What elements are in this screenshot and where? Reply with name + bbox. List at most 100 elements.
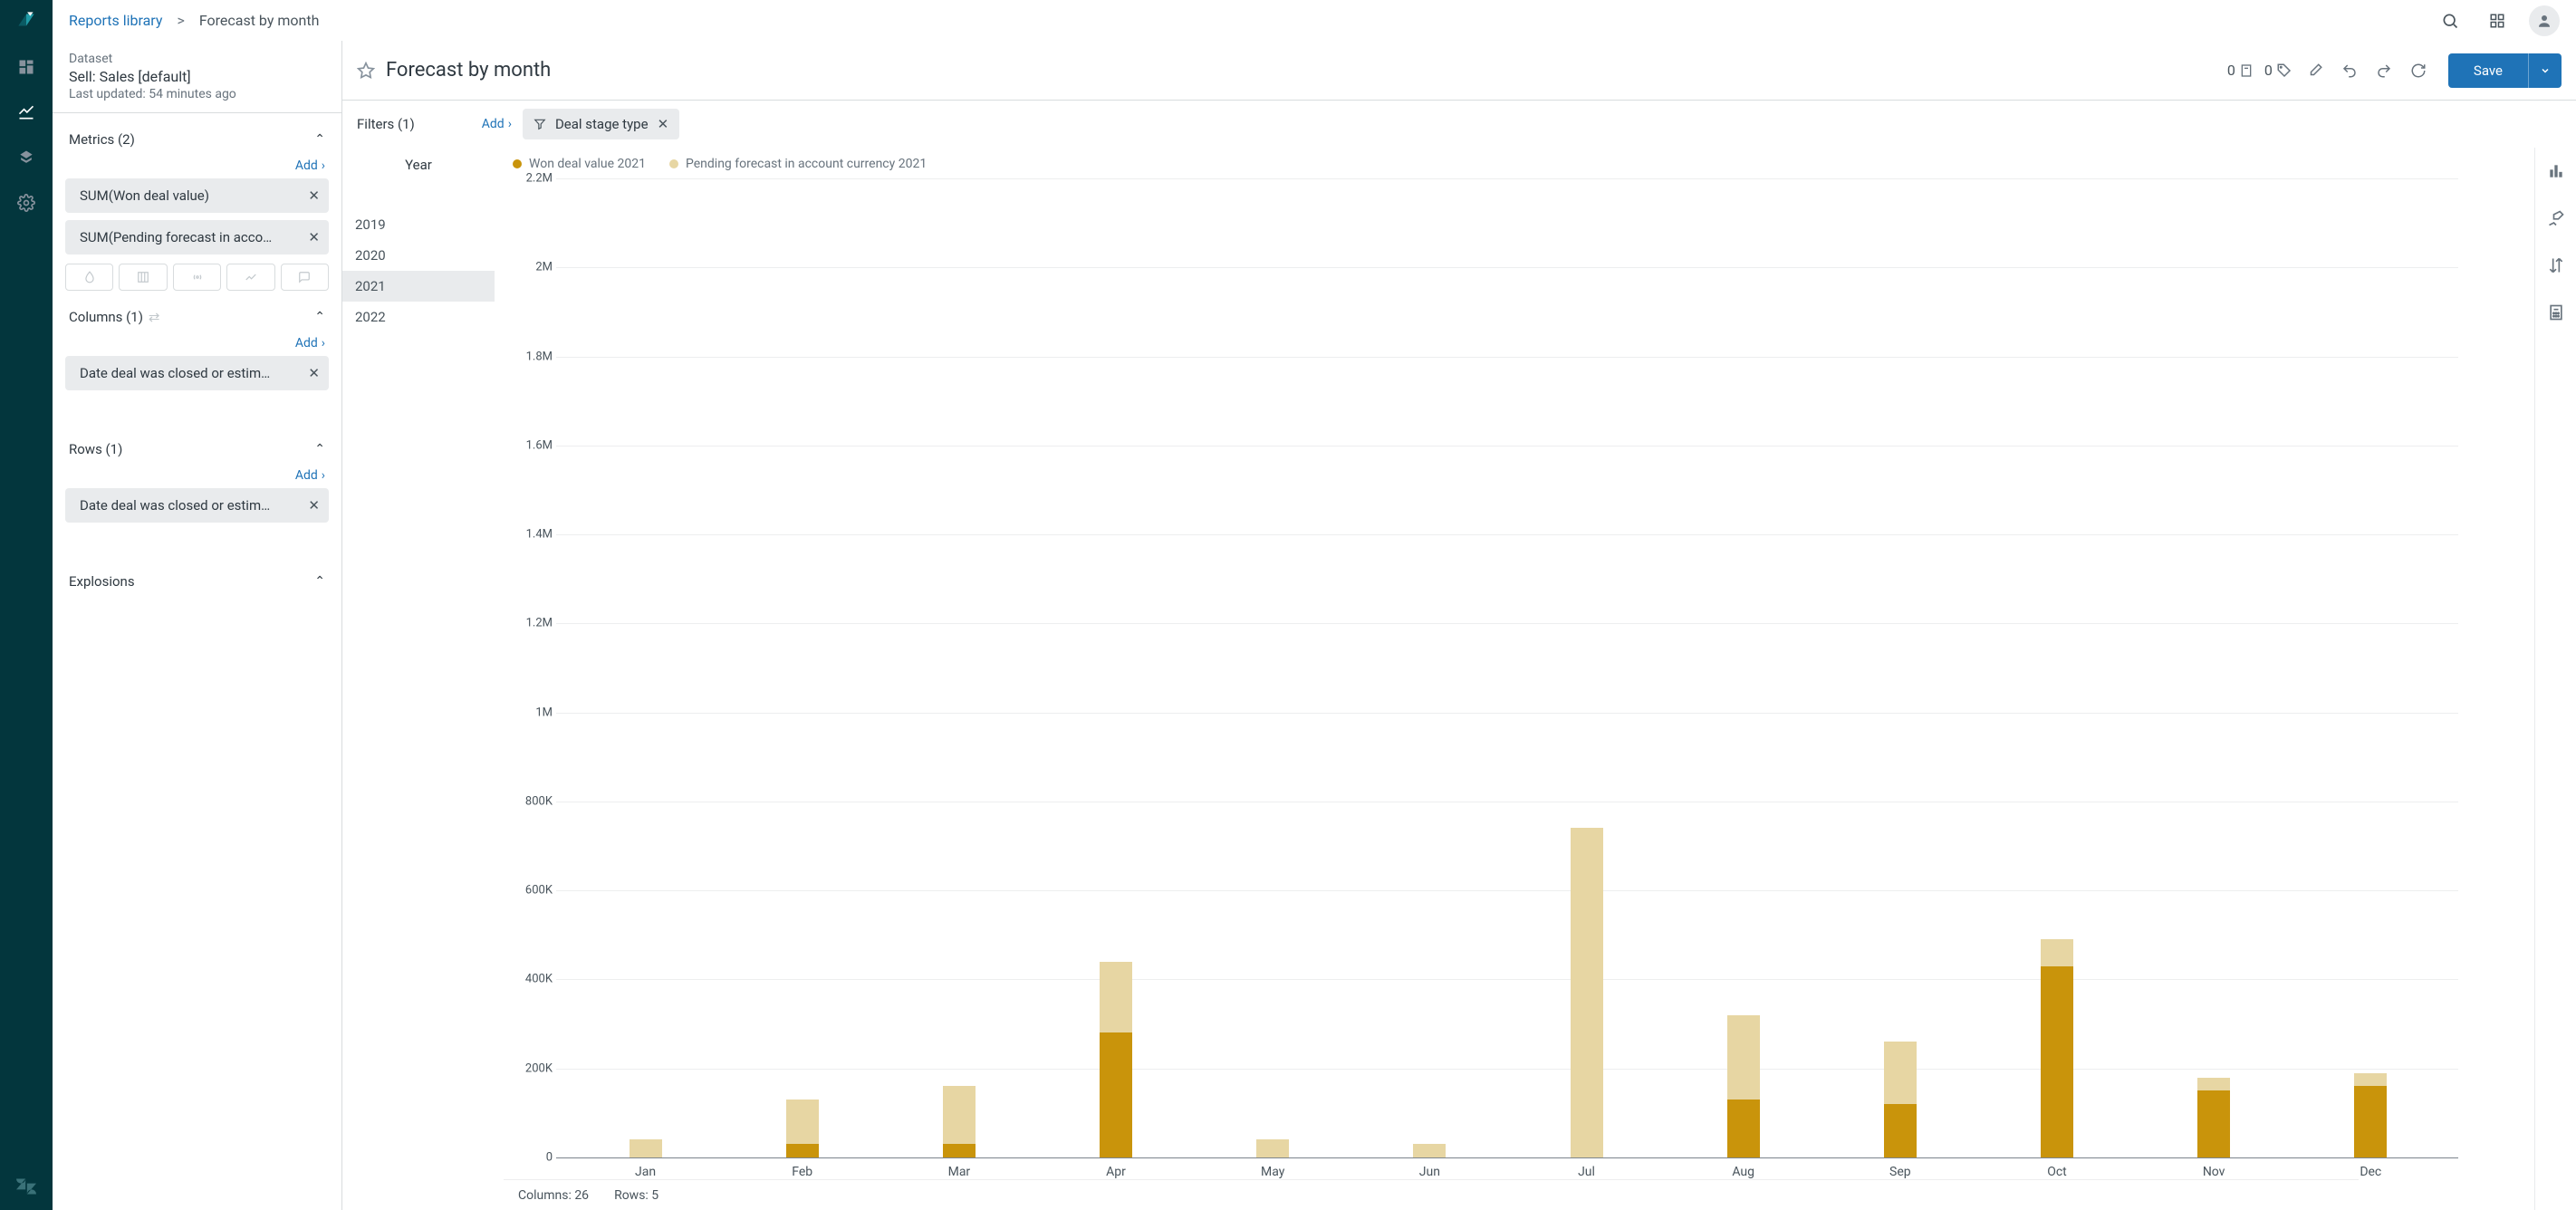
redo-icon[interactable] — [2372, 59, 2396, 82]
metric-chip[interactable]: SUM(Won deal value) ✕ — [65, 178, 329, 213]
legend-item[interactable]: Pending forecast in account currency 202… — [669, 157, 927, 171]
chart-type-icon[interactable] — [2547, 162, 2565, 180]
y-tick-label: 1.4M — [513, 528, 553, 542]
year-option[interactable]: 2022 — [342, 302, 495, 332]
bar[interactable] — [1884, 178, 1917, 1157]
tool-trend-icon[interactable] — [226, 264, 274, 291]
remove-icon[interactable]: ✕ — [658, 116, 669, 132]
nav-dashboard-icon[interactable] — [15, 56, 37, 78]
zendesk-logo-icon[interactable] — [15, 1176, 37, 1197]
remove-icon[interactable]: ✕ — [308, 229, 320, 245]
column-chip[interactable]: Date deal was closed or estim… ✕ — [65, 356, 329, 390]
year-option[interactable]: 2021 — [342, 271, 495, 302]
metrics-section-header[interactable]: Metrics (2) ⌃ — [65, 126, 329, 153]
bar[interactable] — [943, 178, 976, 1157]
row-chip[interactable]: Date deal was closed or estim… ✕ — [65, 488, 329, 523]
x-tick-label: Mar — [943, 1165, 976, 1179]
chevron-up-icon: ⌃ — [314, 310, 325, 324]
legend-item[interactable]: Won deal value 2021 — [513, 157, 646, 171]
bar-segment-pending — [786, 1100, 819, 1144]
dataset-updated: Last updated: 54 minutes ago — [69, 87, 325, 101]
year-option[interactable]: 2020 — [342, 240, 495, 271]
bar[interactable] — [2041, 178, 2073, 1157]
save-button[interactable]: Save — [2448, 53, 2528, 88]
bar[interactable] — [1727, 178, 1760, 1157]
x-tick-label: May — [1256, 1165, 1289, 1179]
edit-icon[interactable] — [2303, 59, 2327, 82]
y-tick-label: 1M — [513, 706, 553, 719]
favorite-icon[interactable] — [357, 62, 375, 80]
footer-columns: Columns: 26 — [518, 1188, 589, 1203]
tool-comment-icon[interactable] — [281, 264, 329, 291]
bar-segment-pending — [1571, 828, 1603, 1157]
footer-rows: Rows: 5 — [614, 1188, 658, 1203]
bar[interactable] — [2197, 178, 2230, 1157]
x-tick-label: Jan — [630, 1165, 662, 1179]
calculated-metrics-count[interactable]: 0 — [2227, 62, 2254, 79]
x-tick-label: Nov — [2197, 1165, 2230, 1179]
breadcrumb: Reports library > Forecast by month — [69, 12, 319, 29]
y-tick-label: 2M — [513, 261, 553, 274]
swap-icon[interactable]: ⇄ — [149, 309, 160, 325]
x-tick-label: Jul — [1571, 1165, 1603, 1179]
bar-segment-pending — [2041, 939, 2073, 965]
legend-swatch-icon — [513, 159, 522, 168]
style-icon[interactable] — [2547, 209, 2565, 227]
remove-icon[interactable]: ✕ — [308, 365, 320, 381]
nav-reports-icon[interactable] — [15, 101, 37, 123]
search-icon[interactable] — [2435, 5, 2465, 36]
filter-chip[interactable]: Deal stage type ✕ — [523, 109, 679, 139]
bar-segment-won — [1727, 1100, 1760, 1157]
remove-icon[interactable]: ✕ — [308, 187, 320, 204]
chart-legend: Won deal value 2021 Pending forecast in … — [495, 157, 2467, 171]
calculations-icon[interactable] — [2547, 303, 2565, 322]
bar[interactable] — [1256, 178, 1289, 1157]
bar[interactable] — [1571, 178, 1603, 1157]
bar-segment-won — [2197, 1090, 2230, 1157]
topbar: Reports library > Forecast by month — [53, 0, 2576, 41]
tool-columns-icon[interactable] — [119, 264, 167, 291]
apps-icon[interactable] — [2482, 5, 2513, 36]
undo-icon[interactable] — [2338, 59, 2361, 82]
rows-title: Rows (1) — [69, 441, 122, 457]
x-tick-label: Oct — [2041, 1165, 2073, 1179]
bar[interactable] — [1413, 178, 1446, 1157]
bar-segment-pending — [1256, 1139, 1289, 1157]
bar[interactable] — [2354, 178, 2387, 1157]
canvas: Forecast by month 0 0 Save — [342, 41, 2576, 1210]
filters-add-link[interactable]: Add› — [482, 117, 512, 131]
breadcrumb-current: Forecast by month — [199, 12, 320, 29]
bar-segment-won — [2041, 966, 2073, 1157]
chevron-down-icon — [2540, 65, 2551, 76]
remove-icon[interactable]: ✕ — [308, 497, 320, 514]
bar[interactable] — [1100, 178, 1132, 1157]
avatar[interactable] — [2529, 5, 2560, 36]
year-option[interactable]: 2019 — [342, 209, 495, 240]
x-tick-label: Sep — [1884, 1165, 1917, 1179]
bar[interactable] — [630, 178, 662, 1157]
rows-add-link[interactable]: Add› — [65, 463, 329, 488]
bar[interactable] — [786, 178, 819, 1157]
nav-data-icon[interactable] — [15, 147, 37, 168]
tool-drop-icon[interactable] — [65, 264, 113, 291]
refresh-icon[interactable] — [2407, 59, 2430, 82]
nav-settings-icon[interactable] — [15, 192, 37, 214]
tag-count[interactable]: 0 — [2264, 62, 2292, 79]
explosions-section-header[interactable]: Explosions ⌃ — [65, 568, 329, 595]
bar-segment-pending — [2354, 1073, 2387, 1087]
x-tick-label: Dec — [2354, 1165, 2387, 1179]
metrics-add-link[interactable]: Add› — [65, 153, 329, 178]
columns-section-header[interactable]: Columns (1)⇄ ⌃ — [65, 303, 329, 331]
config-panel: Dataset Sell: Sales [default] Last updat… — [53, 41, 342, 1210]
save-menu-button[interactable] — [2528, 53, 2562, 88]
tool-live-icon[interactable] — [173, 264, 221, 291]
metrics-title: Metrics (2) — [69, 131, 135, 148]
breadcrumb-library-link[interactable]: Reports library — [69, 12, 162, 29]
chevron-up-icon: ⌃ — [314, 574, 325, 589]
rows-section-header[interactable]: Rows (1) ⌃ — [65, 436, 329, 463]
metric-chip[interactable]: SUM(Pending forecast in acco… ✕ — [65, 220, 329, 254]
columns-add-link[interactable]: Add› — [65, 331, 329, 356]
sort-icon[interactable] — [2547, 256, 2565, 274]
x-axis-labels: JanFebMarAprMayJunJulAugSepOctNovDec — [567, 1157, 2449, 1179]
chevron-right-icon: › — [322, 158, 325, 173]
